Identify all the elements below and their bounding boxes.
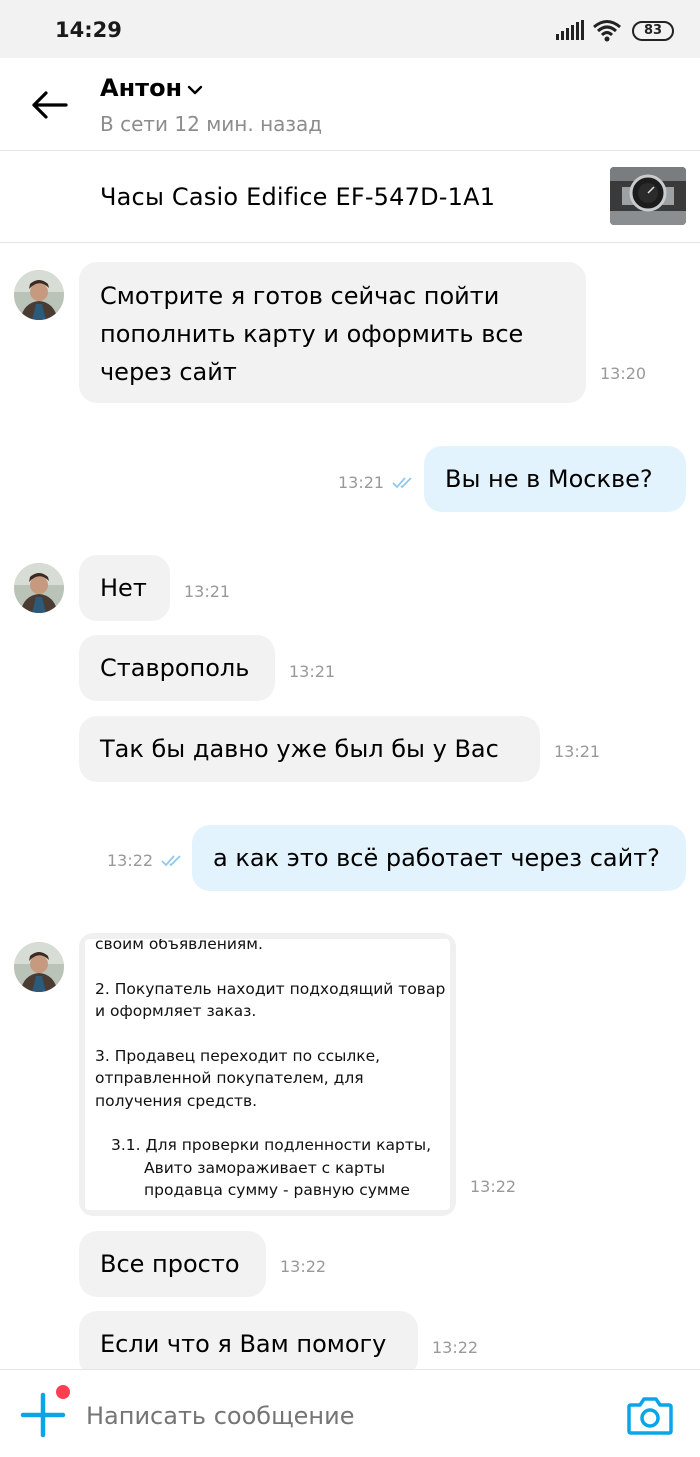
message-time: 13:22: [107, 851, 154, 870]
status-bar: 14:29 83: [0, 0, 700, 58]
image-text: отправленной покупателем, для: [95, 1069, 364, 1087]
message-text: Нет: [100, 574, 147, 602]
message-text: Ставрополь: [100, 654, 250, 682]
image-text: 2. Покупатель находит подходящий товар: [95, 979, 446, 998]
message-text: Вы не в Москве?: [445, 465, 653, 493]
message-input[interactable]: [86, 1402, 606, 1430]
message-text: через сайт: [100, 358, 237, 386]
message-text: Если что я Вам помогу: [100, 1330, 387, 1358]
read-check-icon: [161, 855, 181, 867]
message-bubble[interactable]: Так бы давно уже был бы у Вас: [79, 716, 540, 782]
message-bubble[interactable]: Нет: [79, 555, 170, 621]
message-input-bar: [0, 1369, 700, 1457]
battery-indicator: 83: [632, 21, 674, 41]
image-text: 3.1. Для проверки подленности карты,: [111, 1136, 432, 1154]
image-text: 3. Продавец переходит по ссылке,: [95, 1046, 381, 1065]
contact-status: В сети 12 мин. назад: [100, 112, 323, 136]
listing-title[interactable]: Часы Casio Edifice EF-547D-1A1: [100, 183, 495, 211]
message-text: а как это всё работает через сайт?: [213, 844, 660, 872]
wifi-icon: [593, 20, 621, 42]
plus-icon[interactable]: [20, 1392, 66, 1438]
back-arrow-icon[interactable]: [30, 90, 68, 120]
image-text: получения средств.: [95, 1091, 258, 1110]
listing-bar[interactable]: Часы Casio Edifice EF-547D-1A1: [0, 151, 700, 242]
notification-dot: [56, 1385, 70, 1399]
message-time: 13:21: [554, 742, 601, 761]
message-text: пополнить карту и оформить все: [100, 320, 524, 348]
message-time: 13:20: [600, 364, 647, 383]
message-bubble[interactable]: Если что я Вам помогу: [79, 1311, 418, 1377]
read-check-icon: [392, 477, 412, 489]
image-text: продавца сумму - равную сумме: [144, 1181, 410, 1199]
message-text: Смотрите я готов сейчас пойти: [100, 282, 500, 310]
message-time: 13:21: [184, 582, 231, 601]
avatar[interactable]: [14, 563, 64, 613]
camera-icon[interactable]: [627, 1395, 673, 1435]
image-message[interactable]: своим объявлениям. 2. Покупатель находит…: [79, 933, 456, 1216]
image-text: своим объявлениям.: [95, 939, 263, 953]
message-time: 13:22: [280, 1257, 327, 1276]
signal-icon: [556, 20, 584, 40]
message-text: Так бы давно уже был бы у Вас: [100, 735, 499, 763]
chevron-down-icon[interactable]: [187, 84, 203, 96]
chat-header: Антон В сети 12 мин. назад: [0, 58, 700, 150]
message-bubble[interactable]: Смотрите я готов сейчас пойти пополнить …: [79, 262, 586, 403]
message-time: 13:22: [470, 1177, 517, 1196]
avatar[interactable]: [14, 270, 64, 320]
screenshot-image[interactable]: своим объявлениям. 2. Покупатель находит…: [85, 939, 450, 1210]
status-time: 14:29: [55, 18, 122, 42]
message-bubble[interactable]: а как это всё работает через сайт?: [192, 825, 686, 891]
divider: [0, 242, 700, 243]
message-time: 13:22: [432, 1338, 479, 1357]
contact-name[interactable]: Антон: [100, 74, 182, 102]
message-text: Все просто: [100, 1250, 240, 1278]
message-time: 13:21: [338, 473, 385, 492]
message-time: 13:21: [289, 662, 336, 681]
image-text: Авито замораживает с карты: [144, 1158, 386, 1177]
message-bubble[interactable]: Вы не в Москве?: [424, 446, 686, 512]
message-bubble[interactable]: Ставрополь: [79, 635, 275, 701]
avatar[interactable]: [14, 942, 64, 992]
image-text: и оформляет заказ.: [95, 1002, 257, 1020]
message-bubble[interactable]: Все просто: [79, 1231, 266, 1297]
listing-thumbnail[interactable]: [610, 167, 686, 225]
